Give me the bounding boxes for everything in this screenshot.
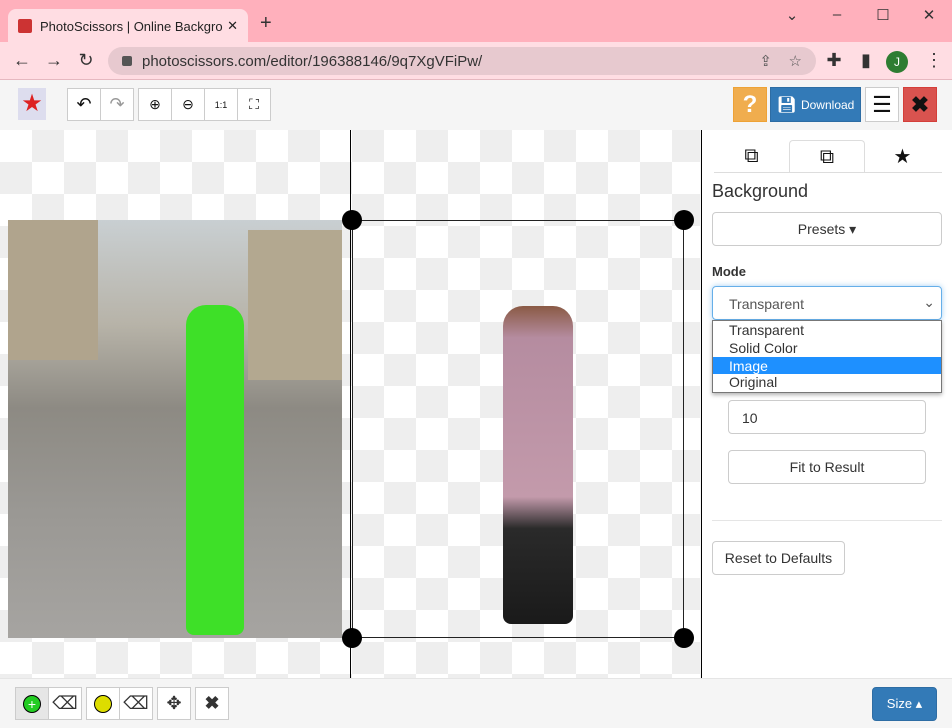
extensions-icon[interactable]: ✚ <box>822 50 846 71</box>
tab-foreground[interactable]: ⧉ <box>714 140 789 173</box>
tab-close-icon[interactable]: ✕ <box>227 18 238 34</box>
reset-defaults-button[interactable]: Reset to Defaults <box>712 541 845 575</box>
browser-menu-icon[interactable]: ⋮ <box>922 50 946 71</box>
zoom-fit-button[interactable]: ⛶ <box>237 88 271 121</box>
help-button[interactable]: ? <box>733 87 767 122</box>
side-panel-icon[interactable]: ▮ <box>854 50 878 71</box>
settings-panel: ⧉ ⧉ ★ Background Presets ▾ Mode Transpar… <box>702 130 952 678</box>
presets-dropdown[interactable]: Presets ▾ <box>712 212 942 246</box>
menu-button[interactable]: ☰ <box>865 87 899 122</box>
mode-label: Mode <box>712 264 746 279</box>
download-label: Download <box>800 97 855 112</box>
building <box>8 220 98 360</box>
mark-background-button[interactable] <box>86 687 120 720</box>
resize-handle[interactable] <box>342 210 362 230</box>
mode-dropdown-list: Transparent Solid Color Image Original <box>712 320 942 393</box>
maximize-button[interactable]: ☐ <box>868 6 898 24</box>
move-button[interactable]: ✥ <box>157 687 191 720</box>
profile-avatar[interactable]: J <box>886 51 908 73</box>
mode-select-value: Transparent <box>729 296 804 312</box>
erase-foreground-button[interactable]: ⌫ <box>48 687 82 720</box>
eraser-icon: ⌫ <box>123 693 149 713</box>
yellow-circle-icon <box>94 694 112 713</box>
layers-filled-icon: ⧉ <box>744 145 759 167</box>
tab-effects[interactable]: ★ <box>865 140 940 173</box>
share-icon[interactable]: ⇪ <box>759 52 772 70</box>
panel-heading: Background <box>712 181 809 201</box>
split-divider[interactable] <box>350 130 351 678</box>
zoom-out-button[interactable]: ⊖ <box>171 88 205 121</box>
resize-handle[interactable] <box>674 210 694 230</box>
mode-option[interactable]: Transparent <box>713 321 941 339</box>
minimize-button[interactable]: – <box>822 6 852 23</box>
tab-title: PhotoScissors | Online Backgro <box>40 18 223 34</box>
undo-button[interactable]: ↶ <box>67 88 101 121</box>
browser-tab[interactable]: PhotoScissors | Online Backgro ✕ <box>8 9 248 43</box>
tab-divider <box>714 172 942 173</box>
back-button[interactable]: ← <box>10 50 34 71</box>
tab-background[interactable]: ⧉ <box>789 140 865 173</box>
move-arrows-icon: ✥ <box>166 693 182 713</box>
original-image[interactable] <box>8 220 342 638</box>
layers-outline-icon: ⧉ <box>819 145 835 168</box>
mode-option-highlighted[interactable]: Image <box>713 357 941 374</box>
close-editor-button[interactable]: ✖ <box>903 87 937 122</box>
app-logo[interactable]: ★ <box>18 88 46 120</box>
size-button[interactable]: Size ▴ <box>872 687 937 721</box>
cutout-person <box>503 306 573 624</box>
erase-background-button[interactable]: ⌫ <box>119 687 153 720</box>
x-icon: ✖ <box>204 693 220 713</box>
download-button[interactable]: 💾︎ Download <box>770 87 861 122</box>
star-icon: ★ <box>893 146 912 168</box>
mode-select[interactable]: Transparent ⌄ <box>712 286 942 320</box>
building <box>248 230 342 380</box>
mark-foreground-button[interactable]: + <box>15 687 49 720</box>
redo-button[interactable]: ↷ <box>100 88 134 121</box>
resize-handle[interactable] <box>342 628 362 648</box>
mode-option[interactable]: Solid Color <box>713 339 941 357</box>
forward-button[interactable]: → <box>42 50 66 71</box>
resize-handle[interactable] <box>674 628 694 648</box>
result-frame <box>342 210 694 648</box>
site-favicon-icon <box>18 19 32 33</box>
bookmark-star-icon[interactable]: ☆ <box>789 52 802 70</box>
new-tab-button[interactable]: + <box>260 12 272 35</box>
save-icon: 💾︎ <box>776 96 797 114</box>
url-text: photoscissors.com/editor/196388146/9q7Xg… <box>142 52 483 70</box>
eraser-icon: ⌫ <box>52 693 78 713</box>
zoom-in-button[interactable]: ⊕ <box>138 88 172 121</box>
close-window-button[interactable]: ✕ <box>914 6 944 24</box>
tab-search-button[interactable]: ⌄ <box>777 6 807 24</box>
zoom-actual-size-button[interactable]: 1:1 <box>204 88 238 121</box>
divider <box>712 520 942 521</box>
foreground-mark <box>186 305 244 635</box>
mode-option[interactable]: Original <box>713 374 941 392</box>
url-bar[interactable]: photoscissors.com/editor/196388146/9q7Xg… <box>108 47 816 75</box>
chevron-down-icon: ⌄ <box>923 294 935 310</box>
lock-icon <box>122 56 132 66</box>
reload-button[interactable]: ↻ <box>74 50 98 71</box>
fit-to-result-button[interactable]: Fit to Result <box>728 450 926 484</box>
blur-input[interactable]: 10 <box>728 400 926 434</box>
clear-marks-button[interactable]: ✖ <box>195 687 229 720</box>
plus-circle-icon: + <box>23 694 41 713</box>
